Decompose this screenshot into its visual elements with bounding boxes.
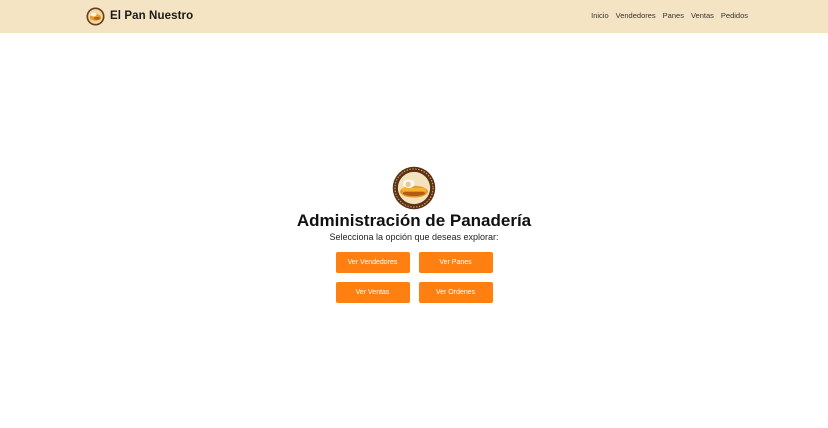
page-title: Administración de Panadería [296,211,532,230]
nav-menu: Inicio Vendedores Panes Ventas Pedidos [591,11,748,20]
bakery-logo-icon [86,6,105,26]
nav-item-pedidos[interactable]: Pedidos [721,11,748,20]
brand-link[interactable]: El Pan Nuestro [86,6,193,26]
nav-item-panes[interactable]: Panes [663,11,684,20]
page-subtitle: Selecciona la opción que deseas explorar… [329,232,499,242]
navbar: El Pan Nuestro Inicio Vendedores Panes V… [0,0,828,33]
ver-panes-button[interactable]: Ver Panes [418,252,493,273]
nav-item-vendedores[interactable]: Vendedores [616,11,656,20]
ver-vendedores-button[interactable]: Ver Vendedores [335,252,410,273]
nav-item-ventas[interactable]: Ventas [691,11,714,20]
brand-name: El Pan Nuestro [110,10,194,22]
hero-section: Administración de Panadería Selecciona l… [0,166,828,303]
bakery-logo-icon [392,166,436,210]
ver-ordenes-button[interactable]: Ver Ordenes [418,282,493,303]
options-grid: Ver Vendedores Ver Panes Ver Ventas Ver … [335,252,493,303]
ver-ventas-button[interactable]: Ver Ventas [335,282,410,303]
nav-item-inicio[interactable]: Inicio [591,11,609,20]
